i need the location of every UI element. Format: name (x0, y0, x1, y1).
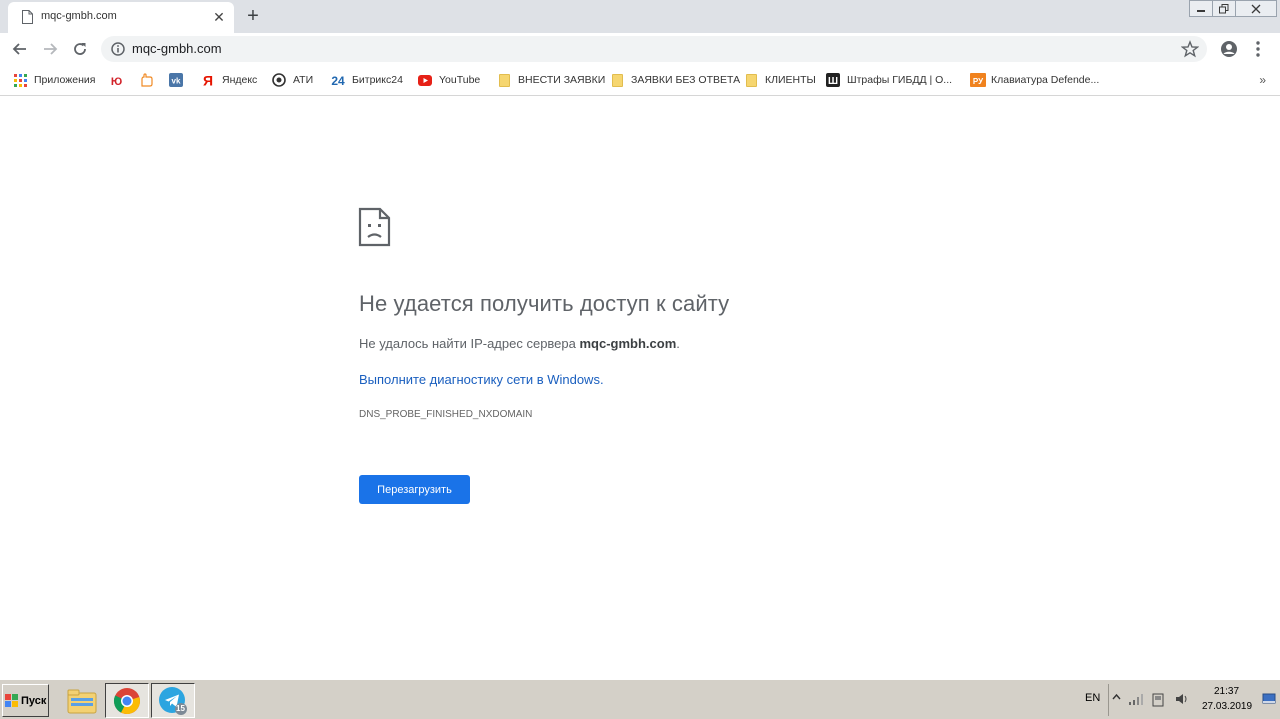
shtrafy-icon: Ш (826, 73, 840, 87)
yandex-icon: Я (201, 73, 215, 87)
ru-icon: РУ (970, 73, 986, 87)
bookmark-vk[interactable]: vk (169, 72, 190, 88)
tab-close-icon[interactable]: ✕ (211, 8, 227, 26)
vk-icon: vk (169, 73, 183, 87)
taskbar: Пуск 15 EN 21:37 27.03.2019 (0, 679, 1280, 719)
error-code: DNS_PROBE_FINISHED_NXDOMAIN (359, 409, 533, 420)
svg-text:Ю: Ю (111, 76, 122, 87)
language-indicator[interactable]: EN (1085, 692, 1100, 704)
bookmark-ati[interactable]: АТИ (272, 72, 313, 88)
reload-toolbar-button[interactable] (68, 37, 92, 61)
bookmarks-bar: Приложения Ю vk Я Яндекс АТИ 24 Битрикс2… (0, 65, 1280, 96)
arrow-back-icon (12, 43, 26, 55)
yu-icon: Ю (109, 73, 123, 87)
bookmark-label: АТИ (293, 74, 314, 86)
page-icon (22, 10, 33, 24)
bookmark-apps[interactable]: Приложения (13, 72, 95, 88)
close-window-button[interactable] (1235, 0, 1277, 17)
error-description-suffix: . (676, 336, 680, 351)
apps-grid-icon (13, 73, 27, 87)
restore-icon (1219, 4, 1229, 14)
clock-time[interactable]: 21:37 (1214, 686, 1239, 697)
restore-button[interactable] (1212, 0, 1236, 17)
bookmark-label: Яндекс (222, 74, 258, 86)
svg-text:Я: Я (203, 73, 213, 87)
taskbar-chrome-button[interactable] (105, 683, 149, 718)
bookmark-bitrix24[interactable]: 24 Битрикс24 (330, 72, 403, 88)
folder-icon (610, 73, 624, 87)
signal-icon[interactable] (1128, 693, 1144, 705)
svg-text:24: 24 (331, 74, 345, 87)
browser-toolbar: mqc-gmbh.com (0, 33, 1280, 65)
ati-icon (272, 73, 286, 87)
close-icon (1251, 4, 1261, 14)
windows-logo-icon (5, 693, 18, 707)
address-bar[interactable]: mqc-gmbh.com (101, 36, 1207, 62)
bookmark-label: Штрафы ГИБДД | О... (847, 74, 953, 86)
bookmark-label: Битрикс24 (352, 74, 403, 86)
back-button[interactable] (8, 37, 32, 61)
bookmark-label: ЗАЯВКИ БЕЗ ОТВЕТА (631, 74, 741, 86)
network-diagnostics-link[interactable]: Выполните диагностику сети в Windows. (359, 372, 604, 387)
menu-kebab-icon[interactable] (1252, 40, 1264, 58)
arrow-forward-icon (44, 43, 58, 55)
youtube-icon (418, 73, 432, 87)
start-label: Пуск (21, 694, 47, 707)
tab-title: mqc-gmbh.com (41, 10, 117, 22)
bookmark-hand[interactable] (139, 72, 160, 88)
folder-icon (744, 73, 758, 87)
bookmark-label: YouTube (439, 74, 481, 86)
url-text[interactable]: mqc-gmbh.com (132, 41, 222, 56)
reload-button[interactable]: Перезагрузить (359, 475, 470, 504)
error-host: mqc-gmbh.com (579, 336, 677, 351)
telegram-unread-badge: 15 (176, 704, 185, 713)
folder-icon (67, 689, 97, 713)
bookmark-label: Клавиатура Defende... (991, 74, 1100, 86)
bookmark-youtube[interactable]: YouTube (418, 72, 480, 88)
sad-page-icon (358, 207, 391, 247)
minimize-icon (1197, 10, 1205, 12)
error-description: Не удалось найти IP-адрес сервера mqc-gm… (359, 336, 680, 351)
volume-icon[interactable] (1174, 692, 1190, 706)
usb-device-icon[interactable] (1151, 692, 1165, 707)
bitrix24-icon: 24 (330, 73, 346, 87)
new-tab-button[interactable]: + (241, 4, 265, 28)
svg-text:РУ: РУ (973, 77, 984, 86)
folder-icon (497, 73, 511, 87)
taskbar-telegram-button[interactable]: 15 (151, 683, 195, 718)
bookmark-star-icon[interactable] (1181, 40, 1199, 58)
bookmark-folder-vnesti[interactable]: ВНЕСТИ ЗАЯВКИ (497, 72, 605, 88)
browser-tab[interactable]: mqc-gmbh.com ✕ (8, 2, 234, 33)
profile-icon[interactable] (1220, 40, 1238, 58)
svg-text:vk: vk (172, 77, 181, 86)
bookmark-label: КЛИЕНТЫ (765, 74, 816, 86)
bookmark-folder-bez-otveta[interactable]: ЗАЯВКИ БЕЗ ОТВЕТА (610, 72, 740, 88)
bookmark-folder-klienty[interactable]: КЛИЕНТЫ (744, 72, 816, 88)
minimize-button[interactable] (1189, 0, 1213, 17)
tray-divider (1108, 684, 1109, 716)
bookmarks-overflow-icon[interactable]: » (1259, 73, 1266, 87)
taskbar-explorer-button[interactable] (60, 683, 104, 718)
bookmark-yu[interactable]: Ю (109, 72, 130, 88)
bookmark-shtrafy[interactable]: Ш Штрафы ГИБДД | О... (826, 72, 952, 88)
show-desktop-icon[interactable] (1262, 693, 1276, 705)
show-hidden-icons-icon[interactable] (1112, 692, 1121, 702)
bookmark-label: ВНЕСТИ ЗАЯВКИ (518, 74, 606, 86)
hand-icon (139, 73, 153, 87)
bookmark-klaviatura[interactable]: РУ Клавиатура Defende... (970, 72, 1099, 88)
bookmark-label: Приложения (34, 74, 96, 86)
svg-text:Ш: Ш (828, 76, 838, 87)
start-button[interactable]: Пуск (2, 684, 49, 717)
clock-date[interactable]: 27.03.2019 (1202, 701, 1252, 712)
page-content: Не удается получить доступ к сайту Не уд… (0, 97, 1280, 679)
error-title: Не удается получить доступ к сайту (359, 291, 730, 316)
forward-button[interactable] (38, 37, 62, 61)
bookmark-yandex[interactable]: Я Яндекс (201, 72, 257, 88)
tab-strip: mqc-gmbh.com ✕ + (0, 0, 1280, 33)
chrome-icon (113, 687, 140, 714)
info-icon[interactable] (110, 41, 126, 57)
error-description-text: Не удалось найти IP-адрес сервера (359, 336, 580, 351)
reload-icon (74, 43, 86, 55)
